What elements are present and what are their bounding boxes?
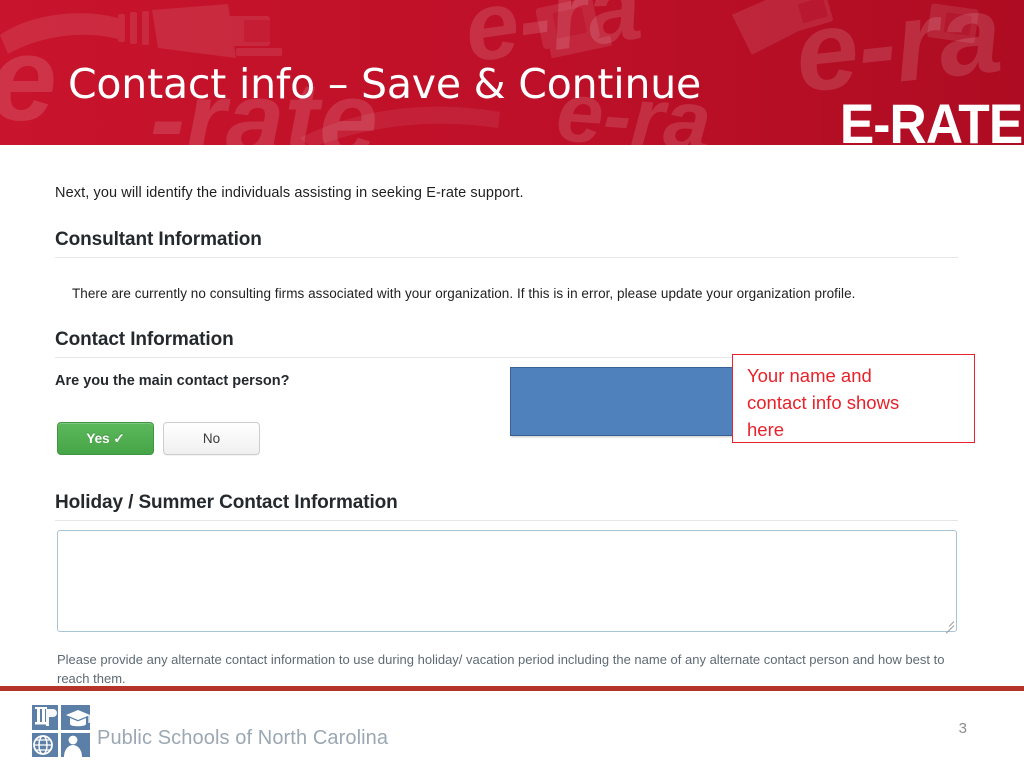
holiday-contact-heading: Holiday / Summer Contact Information	[55, 492, 398, 513]
consultant-section-divider	[55, 257, 958, 258]
erate-brand-logo: E-RATE	[839, 92, 1023, 146]
holiday-section-divider	[55, 520, 958, 521]
annotation-callout-text: Your name and contact info shows here	[747, 365, 900, 440]
textarea-resize-handle-icon[interactable]	[941, 616, 955, 634]
holiday-contact-textarea[interactable]	[57, 530, 957, 634]
public-schools-nc-logo	[30, 703, 92, 759]
intro-text: Next, you will identify the individuals …	[55, 185, 524, 201]
holiday-contact-helper-text: Please provide any alternate contact inf…	[57, 652, 945, 686]
slide-title: Contact info – Save & Continue	[68, 60, 702, 108]
consultant-empty-note: There are currently no consulting firms …	[72, 286, 856, 301]
annotation-callout: Your name and contact info shows here	[732, 354, 975, 443]
slide-header-banner: e -rate e-ra e-ra e-ra	[0, 0, 1024, 145]
yes-button[interactable]: Yes ✓	[57, 422, 154, 455]
slide-content-area: Next, you will identify the individuals …	[0, 145, 1024, 687]
slide-page-number: 3	[958, 720, 967, 737]
footer-organization-name: Public Schools of North Carolina	[97, 727, 389, 749]
no-button[interactable]: No	[163, 422, 260, 455]
main-contact-question-label: Are you the main contact person?	[55, 373, 290, 389]
main-contact-toggle-group: Yes ✓ No	[57, 422, 260, 455]
contact-information-heading: Contact Information	[55, 329, 234, 350]
slide-footer: Public Schools of North Carolina 3	[0, 691, 1024, 768]
consultant-information-heading: Consultant Information	[55, 229, 262, 250]
